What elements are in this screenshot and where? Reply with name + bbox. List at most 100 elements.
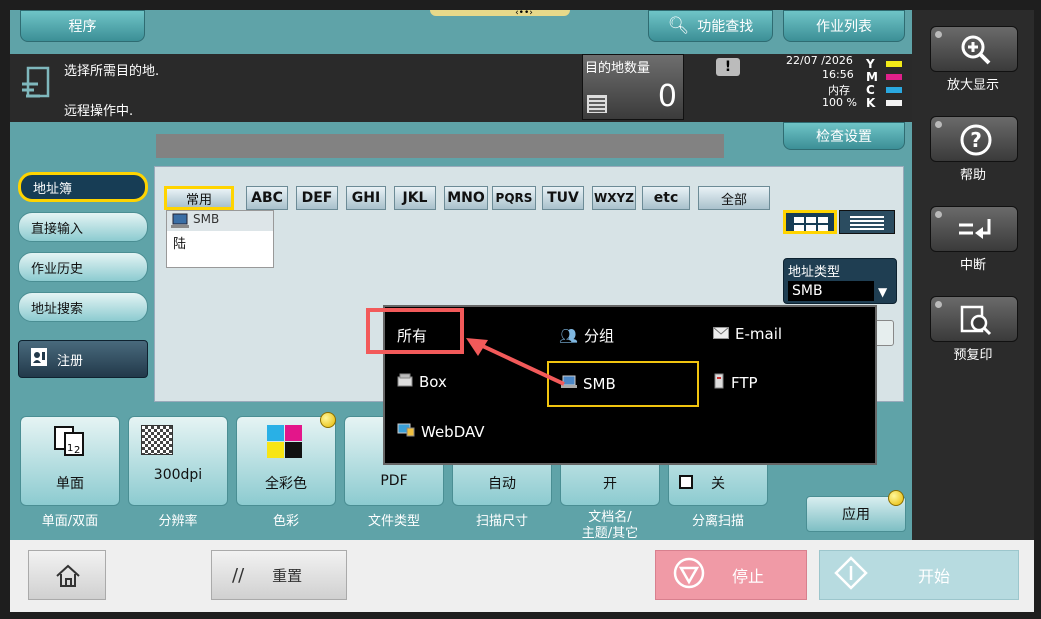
entry-name: 陆	[173, 237, 187, 252]
list-view-icon	[850, 215, 884, 234]
zoom-display-label: 放大显示	[946, 78, 999, 93]
index-wxyz[interactable]: WXYZ	[592, 186, 636, 210]
index-abc[interactable]: ABC	[246, 186, 288, 210]
index-ghi[interactable]: GHI	[346, 186, 386, 210]
stop-label: 停止	[732, 567, 765, 586]
color-squares-icon	[267, 425, 303, 463]
zoom-in-icon	[959, 33, 993, 71]
index-etc[interactable]: etc	[642, 186, 690, 210]
reset-slash-icon: //	[232, 564, 245, 586]
address-entry-card[interactable]: SMB 陆	[166, 210, 274, 268]
apply-indicator-dot	[888, 490, 904, 506]
popup-item-email[interactable]: E-mail	[713, 325, 782, 343]
toner-k-bar	[886, 100, 902, 106]
tab-address-search[interactable]: 地址搜索	[18, 292, 148, 322]
popup-item-webdav-label: WebDAV	[421, 423, 485, 441]
chevron-down-icon: ▼	[878, 285, 888, 299]
grid-view-icon	[794, 216, 828, 235]
resolution-value: 300dpi	[153, 467, 203, 483]
index-common[interactable]: 常用	[164, 186, 234, 210]
index-abc-label: ABC	[251, 190, 283, 206]
webdav-icon	[397, 423, 415, 441]
index-mno-label: MNO	[447, 190, 485, 206]
popup-item-ftp-label: FTP	[731, 374, 758, 392]
index-pqrs[interactable]: PQRS	[492, 186, 536, 210]
tab-job-history-label: 作业历史	[31, 261, 84, 277]
popup-item-box[interactable]: Box	[397, 373, 447, 391]
contact-card-icon	[29, 347, 49, 371]
start-button[interactable]: 开始	[819, 550, 1019, 600]
destination-count-box: 目的地数量 0	[582, 54, 684, 120]
tab-direct-input[interactable]: 直接输入	[18, 212, 148, 242]
index-common-label: 常用	[185, 192, 212, 208]
box-icon	[397, 373, 413, 391]
duplex-page-icon: 12	[53, 425, 89, 461]
message-remote-operation: 远程操作中.	[64, 104, 134, 119]
popup-item-ftp[interactable]: FTP	[713, 373, 758, 393]
address-type-selector[interactable]: 地址类型 SMB ▼	[783, 258, 897, 304]
index-mno[interactable]: MNO	[444, 186, 488, 210]
preview-icon	[959, 303, 993, 341]
stop-icon	[672, 556, 706, 594]
address-type-value: SMB	[788, 281, 874, 301]
tab-address-search-label: 地址搜索	[31, 301, 84, 317]
scroll-button[interactable]	[874, 320, 894, 346]
reset-label: 重置	[272, 566, 303, 585]
zoom-display-button[interactable]	[930, 26, 1018, 72]
tab-direct-input-label: 直接输入	[31, 221, 84, 237]
ftp-server-icon	[713, 373, 725, 393]
date-text: 22/07 /2026	[786, 54, 853, 67]
separate-scan-label: 分离扫描	[691, 514, 744, 529]
popup-item-group-label: 分组	[584, 327, 615, 345]
apply-label: 应用	[842, 507, 870, 523]
preview-button[interactable]	[930, 296, 1018, 342]
index-pqrs-label: PQRS	[495, 191, 533, 205]
index-def[interactable]: DEF	[296, 186, 338, 210]
job-list-label: 作业列表	[816, 19, 872, 35]
toner-y-bar	[886, 61, 902, 67]
index-wxyz-label: WXYZ	[594, 191, 634, 205]
interrupt-button[interactable]	[930, 206, 1018, 252]
interrupt-label: 中断	[959, 258, 986, 273]
help-button[interactable]: ?	[930, 116, 1018, 162]
toner-m-bar	[886, 74, 902, 80]
main-screen: 程序 ‹••› 🔍︎ 功能查找 作业列表 选择所需目的地. 远程操作中. 目的地…	[10, 10, 912, 540]
memory-value: 100 %	[822, 96, 857, 109]
popup-item-box-label: Box	[419, 373, 447, 391]
handle-bar[interactable]	[430, 10, 570, 16]
index-tuv[interactable]: TUV	[542, 186, 584, 210]
popup-item-webdav[interactable]: WebDAV	[397, 423, 485, 441]
function-search-button[interactable]: 🔍︎ 功能查找	[648, 10, 773, 42]
program-label: 程序	[68, 19, 97, 35]
handle-arrows-icon: ‹••›	[515, 10, 533, 18]
warning-icon[interactable]: !	[716, 58, 740, 76]
index-all[interactable]: 全部	[698, 186, 770, 210]
separate-scan-value: 关	[711, 476, 725, 492]
job-list-button[interactable]: 作业列表	[783, 10, 905, 42]
help-led	[935, 121, 942, 128]
resolution-button[interactable]: 300dpi	[128, 416, 228, 506]
document-name-label: 文档名/ 主题/其它	[581, 510, 639, 540]
register-button[interactable]: 注册	[18, 340, 148, 378]
register-label: 注册	[57, 353, 84, 369]
list-icon	[587, 95, 607, 113]
grid-view-button[interactable]	[783, 210, 837, 234]
simplex-duplex-button[interactable]: 12 单面	[20, 416, 120, 506]
index-jkl[interactable]: JKL	[394, 186, 436, 210]
list-title-bar	[156, 134, 724, 158]
stop-button[interactable]: 停止	[655, 550, 807, 600]
message-select-destination: 选择所需目的地.	[64, 64, 160, 79]
list-view-button[interactable]	[839, 210, 895, 234]
address-type-label: 地址类型	[788, 265, 841, 280]
check-settings-button[interactable]: 检查设置	[783, 122, 905, 150]
home-button[interactable]	[28, 550, 106, 600]
index-all-label: 全部	[720, 192, 747, 208]
tab-job-history[interactable]: 作业历史	[18, 252, 148, 282]
tab-address-book[interactable]: 地址簿	[18, 172, 148, 202]
reset-button[interactable]: // 重置	[211, 550, 347, 600]
color-mode-button[interactable]: 全彩色	[236, 416, 336, 506]
program-button[interactable]: 程序	[20, 10, 145, 42]
index-ghi-label: GHI	[351, 190, 381, 206]
popup-item-email-label: E-mail	[735, 325, 783, 343]
interrupt-led	[935, 211, 942, 218]
